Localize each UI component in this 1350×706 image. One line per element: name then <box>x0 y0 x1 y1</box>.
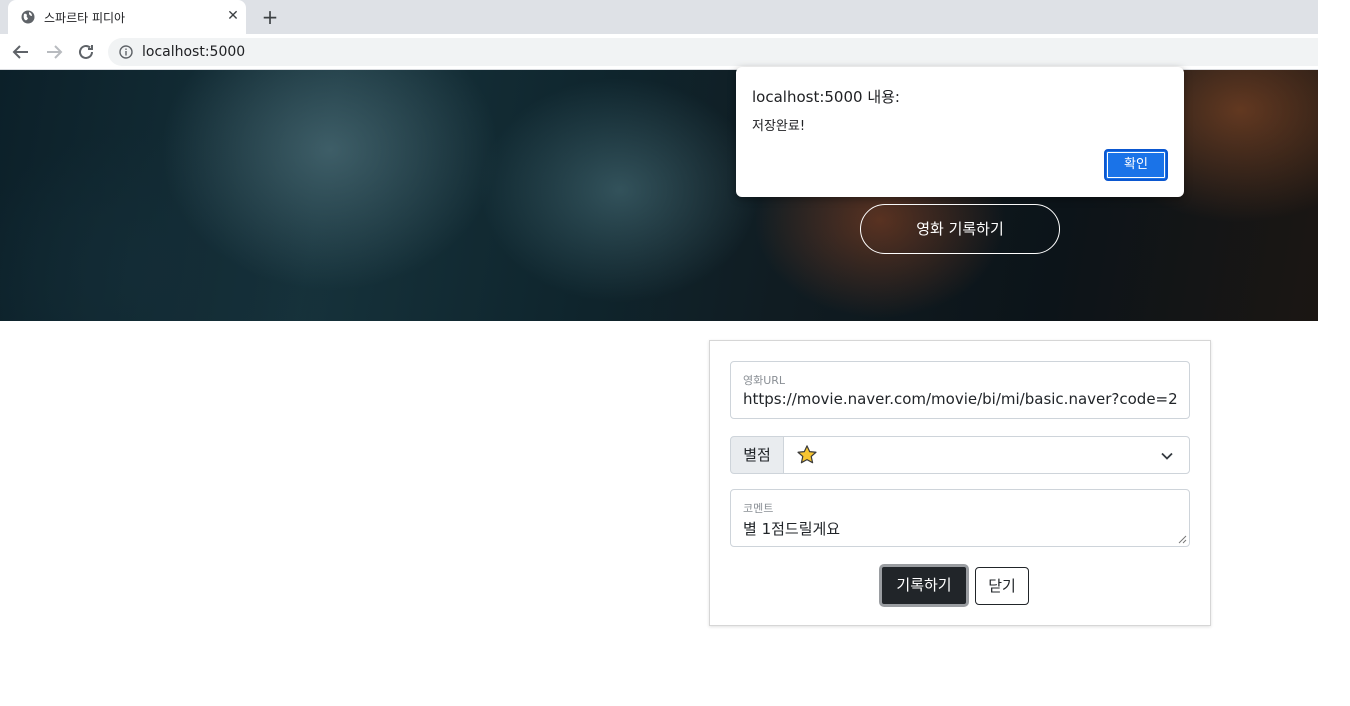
close-button[interactable]: 닫기 <box>975 567 1029 605</box>
address-text: localhost:5000 <box>142 44 246 60</box>
address-bar[interactable]: localhost:5000 <box>108 38 1318 66</box>
comment-textarea[interactable]: 별 1점드릴게요 <box>743 518 1177 539</box>
star-icon <box>797 445 817 464</box>
globe-icon <box>21 10 35 24</box>
movie-url-input[interactable]: https://movie.naver.com/movie/bi/mi/basi… <box>743 390 1177 408</box>
rating-select[interactable] <box>783 436 1190 474</box>
forward-icon[interactable] <box>43 41 65 63</box>
alert-title: localhost:5000 내용: <box>752 88 900 106</box>
rating-label: 별점 <box>730 436 784 474</box>
tab-title: 스파르타 피디아 <box>44 11 126 25</box>
tab-strip: 스파르타 피디아 ✕ + <box>0 0 1318 34</box>
post-form-card: 영화URL https://movie.naver.com/movie/bi/m… <box>709 340 1211 626</box>
save-button[interactable]: 기록하기 <box>879 564 969 607</box>
back-icon[interactable] <box>10 41 32 63</box>
browser-toolbar: localhost:5000 <box>0 34 1318 70</box>
new-tab-button[interactable]: + <box>259 6 281 28</box>
page-gutter <box>1318 0 1350 706</box>
browser-window: 스파르타 피디아 ✕ + localhost:5000 영화 기록하기 영화UR… <box>0 0 1318 706</box>
record-movie-button[interactable]: 영화 기록하기 <box>860 204 1060 254</box>
rating-group: 별점 <box>730 436 1190 474</box>
chevron-down-icon <box>1161 452 1173 460</box>
resize-grip-icon[interactable] <box>1178 535 1187 544</box>
movie-url-label: 영화URL <box>743 374 786 387</box>
close-tab-icon[interactable]: ✕ <box>224 7 242 25</box>
browser-tab[interactable]: 스파르타 피디아 ✕ <box>8 0 246 34</box>
comment-field[interactable]: 코멘트 별 1점드릴게요 <box>730 489 1190 547</box>
info-icon[interactable] <box>119 45 133 59</box>
movie-url-field[interactable]: 영화URL https://movie.naver.com/movie/bi/m… <box>730 361 1190 419</box>
reload-icon[interactable] <box>75 41 97 63</box>
comment-label: 코멘트 <box>743 502 774 515</box>
alert-dialog: localhost:5000 내용: 저장완료! 확인 <box>736 67 1184 197</box>
alert-message: 저장완료! <box>752 119 806 134</box>
alert-ok-button[interactable]: 확인 <box>1104 149 1168 181</box>
